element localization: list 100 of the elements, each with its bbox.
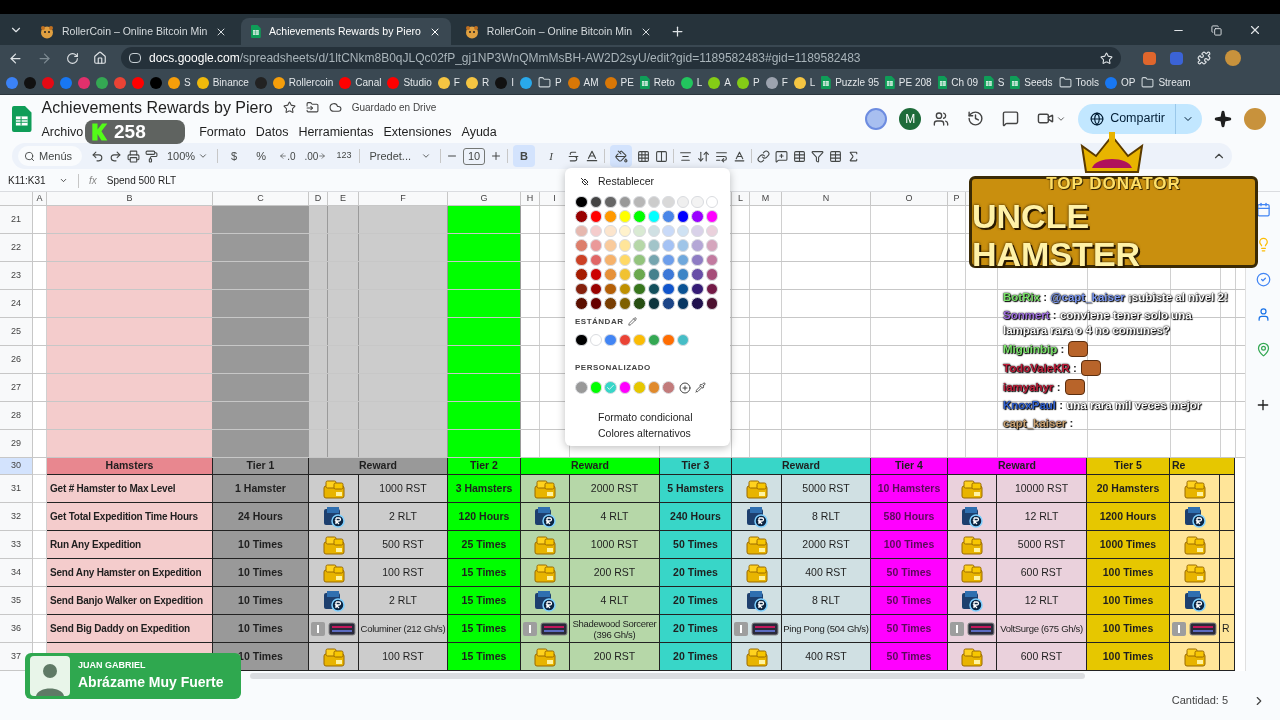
bookmark-link[interactable]: R xyxy=(481,75,490,90)
row-number[interactable]: 35 xyxy=(11,593,21,608)
row-number[interactable]: 23 xyxy=(11,268,21,283)
menu-search-field[interactable]: Menús xyxy=(18,146,82,166)
row-number[interactable]: 33 xyxy=(11,537,21,552)
row-number[interactable]: 24 xyxy=(11,296,21,311)
row-number[interactable]: 25 xyxy=(11,324,21,339)
row-number[interactable]: 34 xyxy=(11,565,21,580)
bookmark-link[interactable]: PE xyxy=(620,75,634,90)
column-header[interactable]: P xyxy=(953,191,960,206)
menu-item[interactable]: Archivo xyxy=(41,122,84,142)
column-header[interactable]: A xyxy=(36,191,43,206)
bookmark-link[interactable]: S xyxy=(997,75,1005,90)
bookmark-link[interactable]: Rollercoin xyxy=(288,75,334,90)
browser-tab[interactable]: Achievements Rewards by Piero xyxy=(241,18,451,45)
column-header[interactable]: G xyxy=(480,191,488,206)
menu-item[interactable]: Formato xyxy=(199,122,246,142)
font-size-field[interactable]: 10 xyxy=(463,147,485,165)
table-cell: 1000 Times xyxy=(1087,531,1170,559)
row-number[interactable]: 22 xyxy=(11,240,21,255)
header-cell: Tier 3 xyxy=(660,458,732,475)
column-header[interactable]: E xyxy=(340,191,346,206)
function-icon: fx xyxy=(89,173,97,188)
row-number[interactable]: 31 xyxy=(11,481,21,496)
column-header[interactable]: N xyxy=(822,191,830,206)
menu-item[interactable]: Extensiones xyxy=(383,122,452,142)
bookmark-link[interactable]: Seeds xyxy=(1024,75,1053,90)
column-header[interactable]: C xyxy=(257,191,264,206)
formula-input[interactable]: Spend 500 RLT xyxy=(106,173,177,188)
column-header[interactable]: H xyxy=(526,191,534,206)
bold-button[interactable]: B xyxy=(513,145,535,167)
bookmark-link[interactable]: Studio xyxy=(403,75,432,90)
bookmark-link[interactable]: Stream xyxy=(1158,75,1191,90)
bookmark-link[interactable]: L xyxy=(696,75,703,90)
column-header[interactable]: F xyxy=(400,191,406,206)
column-header[interactable]: O xyxy=(905,191,913,206)
browser-tab[interactable]: RollerCoin – Online Bitcoin Min xyxy=(30,18,238,45)
number-format-button[interactable]: 123 xyxy=(333,149,355,163)
table-cell: 24 Hours xyxy=(213,503,309,531)
table-cell: 5000 RST xyxy=(782,475,871,503)
font-dropdown[interactable]: Predet... xyxy=(365,147,435,165)
table-cell: 4 RLT xyxy=(570,503,660,531)
row-number[interactable]: 27 xyxy=(11,380,21,395)
bookmark-link[interactable]: S xyxy=(184,75,191,90)
percent-button[interactable]: % xyxy=(250,145,273,167)
zoom-dropdown[interactable]: 100% xyxy=(163,147,213,165)
browser-tab[interactable]: RollerCoin – Online Bitcoin Min xyxy=(454,18,663,45)
bookmark-link[interactable]: Canal xyxy=(355,75,382,90)
column-header[interactable]: B xyxy=(126,191,133,206)
bookmark-link[interactable]: Puzzle 95 xyxy=(835,75,880,90)
row-number[interactable]: 37 xyxy=(11,649,21,664)
column-header[interactable]: D xyxy=(314,191,322,206)
column-header[interactable]: M xyxy=(761,191,770,206)
bookmark-link[interactable]: P xyxy=(554,75,562,90)
name-box[interactable]: K11:K31 xyxy=(8,173,68,188)
menu-item[interactable]: Ayuda xyxy=(461,122,497,142)
bookmark-link[interactable]: OP xyxy=(1120,75,1136,90)
increase-decimals-button[interactable]: .00 xyxy=(302,148,329,164)
header-cell: Tier 4 xyxy=(871,458,948,475)
row-number[interactable]: 32 xyxy=(11,509,21,524)
user-avatar[interactable]: M xyxy=(899,107,922,130)
row-number[interactable]: 21 xyxy=(11,212,21,227)
bookmark-link[interactable]: AM xyxy=(583,75,599,90)
menu-item[interactable]: Herramientas xyxy=(298,122,374,142)
address-field[interactable]: docs.google.com/spreadsheets/d/1ltCNkm8B0qJLQc02fP_gj1NP3WnQMmMsBH-AW2D2syU/edit?gid=1189582483#gid=1189582483 xyxy=(121,47,1121,69)
bookmark-link[interactable]: Ch 09 xyxy=(951,75,979,90)
currency-button[interactable]: $ xyxy=(223,145,246,167)
column-header[interactable]: L xyxy=(738,191,743,206)
bookmark-link[interactable]: Binance xyxy=(212,75,249,90)
row-number[interactable]: 26 xyxy=(11,352,21,367)
row-number[interactable]: 36 xyxy=(11,621,21,636)
table-cell: 50 Times xyxy=(871,587,948,615)
header-cell: Tier 2 xyxy=(448,458,521,475)
chat-message: capt_kaiser : xyxy=(1003,416,1074,431)
document-title[interactable]: Achievements Rewards by Piero xyxy=(41,95,273,120)
column-header[interactable]: I xyxy=(553,191,556,206)
tab-title: Achievements Rewards by Piero xyxy=(269,23,421,39)
bookmark-link[interactable]: F xyxy=(781,75,788,90)
decrease-decimals-button[interactable]: .0 xyxy=(277,148,298,164)
share-button[interactable]: Compartir xyxy=(1078,103,1202,134)
row-number[interactable]: 29 xyxy=(11,436,21,451)
reset-option[interactable]: Restablecer xyxy=(573,174,722,190)
table-cell: Get Total Expedition Time Hours xyxy=(47,503,213,531)
bookmark-link[interactable]: I xyxy=(511,75,514,90)
bookmark-link[interactable]: PE 208 xyxy=(898,75,932,90)
bookmark-link[interactable]: Tools xyxy=(1075,75,1099,90)
bookmark-link[interactable]: P xyxy=(753,75,760,90)
menu-option[interactable]: Formato condicional xyxy=(573,409,722,426)
chat-message: Miguinbip : xyxy=(1003,341,1065,357)
italic-button[interactable]: I xyxy=(540,145,562,167)
table-cell: Send Banjo Walker on Expedition xyxy=(47,587,213,615)
bookmark-link[interactable]: F xyxy=(453,75,460,90)
bookmark-link[interactable]: A xyxy=(724,75,732,90)
menu-item[interactable]: Datos xyxy=(255,122,289,142)
menu-option[interactable]: Colores alternativos xyxy=(573,425,722,442)
bookmark-link[interactable]: Reto xyxy=(653,75,675,90)
chat-message: TodoValeKR : xyxy=(1003,360,1077,376)
row-number[interactable]: 28 xyxy=(11,408,21,423)
bookmark-link[interactable]: L xyxy=(809,75,816,90)
table-cell: VoltSurge (675 Gh/s) xyxy=(997,615,1087,643)
